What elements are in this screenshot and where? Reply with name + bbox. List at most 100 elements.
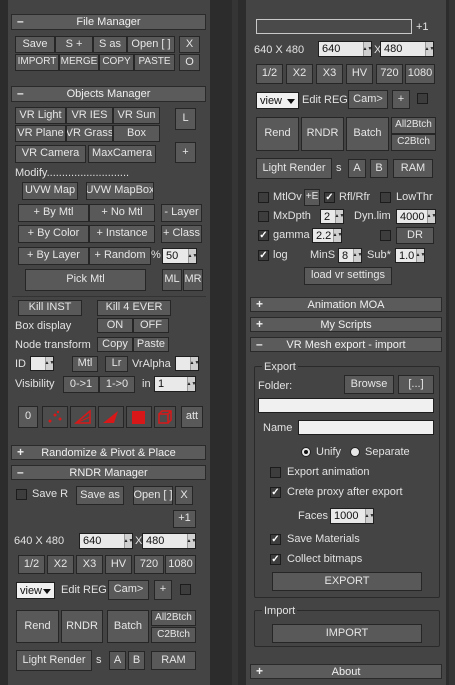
- mxdpth-spinner[interactable]: 2 ▲▼: [320, 209, 344, 224]
- preset-1080-button[interactable]: 1080: [405, 64, 435, 84]
- b-button[interactable]: B: [370, 159, 388, 178]
- box-button[interactable]: Box: [113, 125, 160, 142]
- random-percent-spinner[interactable]: 50 ▲▼: [162, 248, 197, 264]
- render-height-spinner[interactable]: 480 ▲▼: [142, 533, 196, 549]
- rndr-button[interactable]: RNDR: [301, 117, 344, 151]
- render-width-spinner[interactable]: 640 ▲▼: [318, 41, 372, 57]
- collect-bitmaps-checkbox[interactable]: ✓: [270, 554, 281, 565]
- import-button[interactable]: IMPORT: [15, 54, 59, 71]
- spinner-arrows-icon[interactable]: ▲▼: [365, 509, 374, 523]
- cam-checkbox[interactable]: [417, 93, 428, 104]
- vralpha-spinner[interactable]: ▲▼: [175, 356, 199, 371]
- right-scrollbar[interactable]: [449, 0, 455, 685]
- uvw-map-button[interactable]: UVW Map: [22, 182, 78, 200]
- plus-one-label[interactable]: +1: [416, 21, 429, 33]
- id-mtl-button[interactable]: Mtl: [72, 356, 98, 372]
- spinner-arrows-icon[interactable]: ▲▼: [363, 42, 372, 56]
- mtlov-checkbox[interactable]: [258, 192, 269, 203]
- left-scrollbar[interactable]: [232, 0, 238, 685]
- spinner-arrows-icon[interactable]: ▲▼: [45, 357, 54, 370]
- faces-spinner[interactable]: 1000 ▲▼: [330, 508, 374, 524]
- preset-x3-button[interactable]: X3: [76, 555, 103, 574]
- ml-button[interactable]: ML: [162, 269, 182, 291]
- l-button[interactable]: L: [175, 108, 196, 130]
- save-plus-button[interactable]: S +: [55, 36, 93, 53]
- vr-sun-button[interactable]: VR Sun: [113, 107, 160, 124]
- visibility-in-spinner[interactable]: 1 ▲▼: [154, 376, 196, 392]
- spinner-arrows-icon[interactable]: ▲▼: [187, 377, 196, 391]
- randomize-pivot-place-header[interactable]: + Randomize & Pivot & Place: [11, 445, 206, 460]
- file-manager-header[interactable]: – File Manager: [11, 14, 206, 30]
- top-name-field[interactable]: [256, 19, 412, 34]
- cam-button[interactable]: Cam>: [108, 580, 149, 600]
- max-camera-button[interactable]: MaxCamera: [88, 145, 156, 163]
- view-dropdown[interactable]: view: [16, 582, 55, 599]
- all2btch-button[interactable]: All2Btch: [151, 610, 196, 626]
- gamma-checkbox[interactable]: ✓: [258, 230, 269, 241]
- separate-radio[interactable]: [350, 447, 360, 457]
- select-by-layer-button[interactable]: + By Layer: [18, 247, 89, 265]
- a-button[interactable]: A: [109, 651, 126, 670]
- node-copy-button[interactable]: Copy: [97, 337, 133, 352]
- vr-camera-button[interactable]: VR Camera: [15, 145, 86, 163]
- folder-path-field[interactable]: [258, 398, 434, 413]
- browse-button[interactable]: Browse: [344, 375, 394, 394]
- save-materials-checkbox[interactable]: ✓: [270, 534, 281, 545]
- kill-inst-button[interactable]: Kill INST: [18, 300, 82, 316]
- box-display-on-button[interactable]: ON: [97, 318, 133, 333]
- preset-720-button[interactable]: 720: [376, 64, 403, 84]
- visibility-1-to-0-button[interactable]: 1->0: [99, 376, 135, 393]
- ram-button[interactable]: RAM: [393, 159, 433, 178]
- plane-shape-icon[interactable]: [126, 406, 152, 428]
- box-display-off-button[interactable]: OFF: [133, 318, 169, 333]
- kill-4-ever-button[interactable]: Kill 4 EVER: [97, 300, 171, 316]
- cam-button[interactable]: Cam>: [348, 90, 388, 109]
- preset-hv-button[interactable]: HV: [105, 555, 132, 574]
- crete-proxy-checkbox[interactable]: ✓: [270, 487, 281, 498]
- cam-checkbox[interactable]: [180, 584, 191, 595]
- preset-hv-button[interactable]: HV: [346, 64, 373, 84]
- save-as-button[interactable]: S as: [93, 36, 127, 53]
- vr-grass-button[interactable]: VR Grass: [66, 125, 113, 142]
- ram-button[interactable]: RAM: [151, 651, 196, 670]
- select-no-mtl-button[interactable]: + No Mtl: [89, 204, 155, 222]
- uvw-mapbox-button[interactable]: UVW MapBox: [86, 182, 154, 200]
- log-checkbox[interactable]: ✓: [258, 250, 269, 261]
- class-plus-button[interactable]: + Class: [161, 225, 202, 243]
- spinner-arrows-icon[interactable]: ▲▼: [333, 229, 342, 242]
- select-random-button[interactable]: + Random: [89, 247, 151, 265]
- spinner-arrows-icon[interactable]: ▲▼: [427, 210, 436, 223]
- save-as-render-button[interactable]: Save as: [76, 486, 124, 505]
- dyn-lim-spinner[interactable]: 4000 ▲▼: [396, 209, 436, 224]
- box-shape-icon[interactable]: [154, 406, 176, 428]
- spinner-arrows-icon[interactable]: ▲▼: [335, 210, 344, 223]
- preset-x3-button[interactable]: X3: [316, 64, 343, 84]
- spinner-arrows-icon[interactable]: ▲▼: [190, 357, 199, 370]
- open-button[interactable]: Open [ ]: [127, 36, 175, 53]
- spinner-arrows-icon[interactable]: ▲▼: [416, 249, 425, 262]
- vr-ies-button[interactable]: VR IES: [66, 107, 113, 124]
- plus-e-button[interactable]: +E: [304, 189, 320, 206]
- vr-light-button[interactable]: VR Light: [15, 107, 66, 124]
- cam-plus-button[interactable]: +: [154, 580, 172, 600]
- edit-reg-label[interactable]: Edit REG: [302, 94, 348, 106]
- export-animation-checkbox[interactable]: [270, 467, 281, 478]
- import-button[interactable]: IMPORT: [272, 624, 422, 643]
- a-button[interactable]: A: [348, 159, 366, 178]
- id-lr-button[interactable]: Lr: [105, 356, 128, 372]
- merge-button[interactable]: MERGE: [59, 54, 99, 71]
- rfl-rfr-checkbox[interactable]: ✓: [324, 192, 335, 203]
- cam-plus-button[interactable]: +: [392, 90, 410, 109]
- plus-one-button[interactable]: +1: [173, 510, 196, 528]
- c2btch-button[interactable]: C2Btch: [151, 627, 196, 643]
- open-render-button[interactable]: Open [ ]: [133, 486, 173, 505]
- rndr-manager-header[interactable]: – RNDR Manager: [11, 465, 206, 480]
- close-render-x-button[interactable]: X: [175, 486, 193, 505]
- visibility-0-to-1-button[interactable]: 0->1: [63, 376, 99, 393]
- preset-half-button[interactable]: 1/2: [18, 555, 45, 574]
- add-camera-plus-button[interactable]: +: [175, 142, 196, 163]
- light-render-button[interactable]: Light Render: [256, 158, 332, 179]
- id-spinner[interactable]: ▲▼: [30, 356, 54, 371]
- dr-checkbox[interactable]: [380, 230, 391, 241]
- node-paste-button[interactable]: Paste: [133, 337, 169, 352]
